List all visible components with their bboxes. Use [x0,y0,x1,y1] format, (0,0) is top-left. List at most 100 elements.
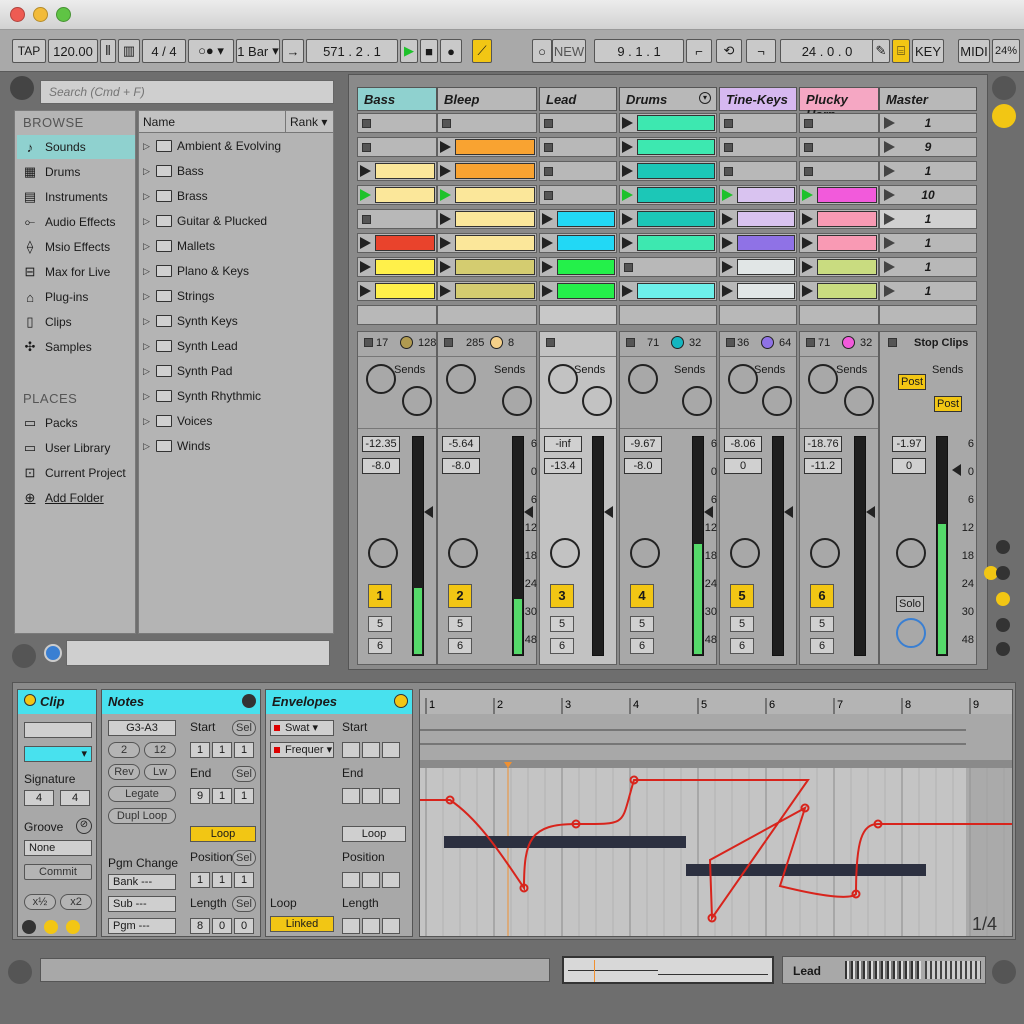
empty-slot[interactable] [879,305,977,325]
clip-launch-icon[interactable] [622,237,633,249]
list-item[interactable]: ▷ Brass [143,185,208,207]
scene-launch[interactable]: 10 [879,185,977,205]
pan-field[interactable]: -13.4 [544,458,582,474]
envelope-editor[interactable]: 1 2 3 4 5 6 7 8 9 1/4 [419,689,1013,937]
empty-slot[interactable] [799,305,879,325]
clip-slot[interactable] [437,185,537,205]
scene-launch-icon[interactable] [884,285,895,297]
clip-stop-icon[interactable] [806,338,815,347]
clip-slot[interactable] [437,137,537,157]
midi-map-button[interactable]: MIDI [958,39,990,63]
sub-field[interactable]: Sub --- [108,896,176,912]
send-a-knob[interactable] [366,364,396,394]
returns-toggle-icon[interactable] [996,566,1010,580]
expand-triangle-icon[interactable]: ▷ [143,441,151,452]
pan-field[interactable]: -8.0 [362,458,400,474]
list-item[interactable]: ▷ Synth Pad [143,360,232,382]
clip-stop-icon[interactable] [546,338,555,347]
pan-knob[interactable] [448,538,478,568]
clip[interactable] [455,187,535,203]
track-activator-button[interactable]: 4 [630,584,654,608]
sidebar-item-audio-effects[interactable]: ⟜ Audio Effects [17,210,135,234]
arm-button[interactable]: 6 [448,638,472,654]
clip-slot[interactable] [619,137,717,157]
volume-fader-handle[interactable] [704,506,713,518]
track-activator-button[interactable]: 2 [448,584,472,608]
punch-out-icon[interactable]: ¬ [746,39,776,63]
arm-button[interactable]: 6 [630,638,654,654]
expand-triangle-icon[interactable]: ▷ [143,166,151,177]
clip-slot[interactable] [719,281,797,301]
send-a-knob[interactable] [628,364,658,394]
bank-field[interactable]: Bank --- [108,874,176,890]
clip-activator-icon[interactable] [24,694,36,706]
duplicate-loop-button[interactable]: Dupl Loop [108,808,176,824]
stop-button-icon[interactable] [724,167,733,176]
expand-triangle-icon[interactable]: ▷ [143,391,151,402]
clip[interactable] [737,235,795,251]
clip-slot[interactable] [619,209,717,229]
clip-launch-icon[interactable] [622,213,633,225]
stop-button-icon[interactable] [804,167,813,176]
length-sixteenth[interactable]: 0 [234,918,254,934]
clip-slot[interactable] [539,233,617,253]
stop-all-clips-icon[interactable] [888,338,897,347]
stop-button-icon[interactable] [624,263,633,272]
clip[interactable] [375,163,435,179]
list-item[interactable]: ▷ Synth Lead [143,335,238,357]
clip[interactable] [817,283,877,299]
pan-field[interactable]: 0 [724,458,762,474]
clip[interactable] [817,187,877,203]
scene-launch-icon[interactable] [884,165,895,177]
solo-button[interactable]: 5 [368,616,392,632]
position-sixteenth[interactable]: 1 [234,872,254,888]
scene-launch-icon[interactable] [884,237,895,249]
volume-fader-handle[interactable] [424,506,433,518]
clip-slot[interactable] [799,209,879,229]
clip-slot[interactable] [357,209,437,229]
length-bar[interactable]: 8 [190,918,210,934]
master-pan-field[interactable]: 0 [892,458,926,474]
scene-launch[interactable]: 1 [879,233,977,253]
sidebar-item-samples[interactable]: ✣ Samples [17,335,135,359]
master-volume-field[interactable]: -1.97 [892,436,926,452]
clip[interactable] [455,235,535,251]
clip[interactable] [737,283,795,299]
clip-launch-icon[interactable] [722,261,733,273]
track-header-1[interactable]: Bass [357,87,437,111]
master-fader-handle[interactable] [952,464,961,476]
clip-launch-icon[interactable] [360,189,371,201]
clip-launch-icon[interactable] [440,189,451,201]
clip[interactable] [817,259,877,275]
send-b-post-button[interactable]: Post [934,396,962,412]
clip-launch-icon[interactable] [722,237,733,249]
stop-button-icon[interactable] [362,215,371,224]
loop-switch-icon[interactable]: ⟲ [716,39,742,63]
clip-color-select[interactable]: ▾ [24,746,92,762]
clip-launch-icon[interactable] [542,237,553,249]
scene-launch-icon[interactable] [884,189,895,201]
env-len-a[interactable] [342,918,360,934]
follow-icon[interactable]: → [282,39,304,63]
pan-knob[interactable] [368,538,398,568]
volume-fader-handle[interactable] [524,506,533,518]
empty-slot[interactable] [437,305,537,325]
detail-toggle-icon[interactable] [992,960,1016,984]
list-item[interactable]: ▷ Mallets [143,235,215,257]
clip[interactable] [375,283,435,299]
pan-field[interactable]: -8.0 [442,458,480,474]
stop-button-icon[interactable] [544,191,553,200]
sidebar-item-midi-effects[interactable]: ⟠ Msio Effects [17,235,135,259]
clip-slot[interactable] [539,257,617,277]
stop-button-icon[interactable] [544,167,553,176]
place-current-project[interactable]: ⊡ Current Project [17,461,135,485]
clip[interactable] [455,211,535,227]
clip-launch-icon[interactable] [542,261,553,273]
empty-slot[interactable] [719,305,797,325]
expand-triangle-icon[interactable]: ▷ [143,341,151,352]
expand-triangle-icon[interactable]: ▷ [143,366,151,377]
volume-field[interactable]: -12.35 [362,436,400,452]
volume-field[interactable]: -8.06 [724,436,762,452]
stop-button-icon[interactable] [362,143,371,152]
stop-icon[interactable]: ■ [420,39,438,63]
